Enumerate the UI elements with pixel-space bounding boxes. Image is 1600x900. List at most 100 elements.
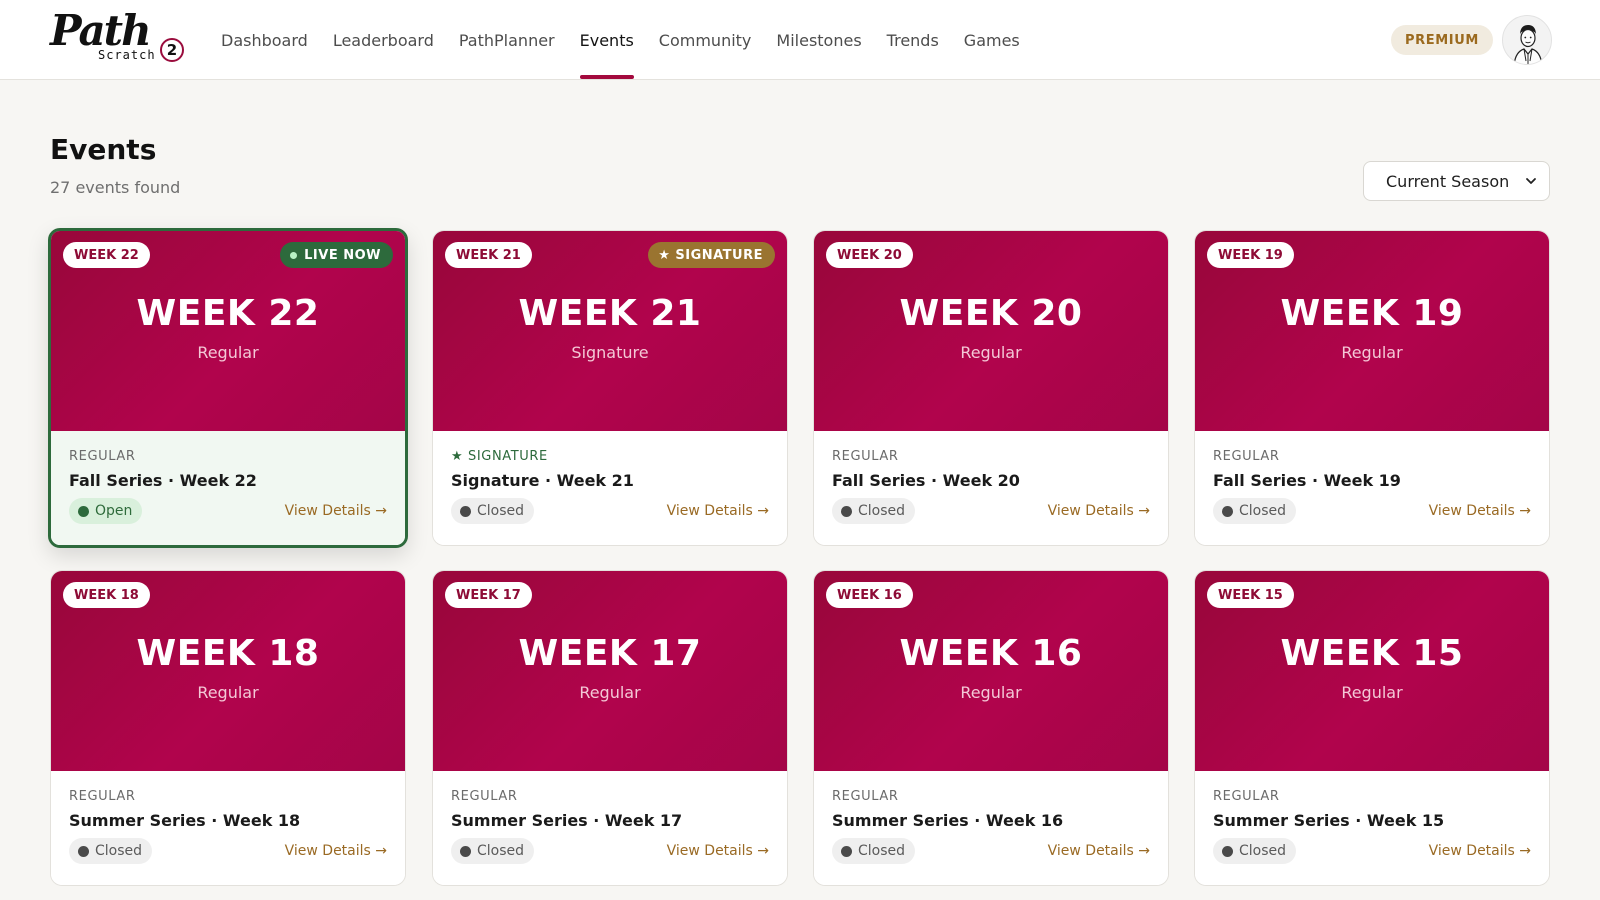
event-card-body: REGULAR Fall Series · Week 19 Closed Vie… [1195,431,1549,545]
view-details-link[interactable]: View Details → [285,843,387,859]
status-badge: Closed [832,498,916,524]
live-now-label: LIVE NOW [304,247,381,263]
star-icon: ★ [658,247,671,263]
status-dot-icon [841,505,852,517]
status-badge: Open [69,498,143,524]
status-dot-icon [1222,845,1233,857]
banner-event-type: Regular [197,683,259,702]
event-card-body: REGULAR Summer Series · Week 18 Closed V… [51,771,405,885]
page-title: Events [50,133,157,166]
nav-community[interactable]: Community [659,0,752,80]
event-banner: WEEK 20 WEEK 20 Regular [814,231,1168,431]
premium-badge[interactable]: PREMIUM [1391,25,1493,55]
event-type-label: REGULAR [69,789,136,804]
view-details-link[interactable]: View Details → [285,503,387,519]
nav-milestones[interactable]: Milestones [776,0,861,80]
week-pill: WEEK 21 [445,242,532,268]
event-card[interactable]: WEEK 16 WEEK 16 Regular REGULAR Summer S… [813,570,1169,886]
event-title: Summer Series · Week 16 [832,811,1064,830]
main-nav: Dashboard Leaderboard PathPlanner Events… [221,0,1045,80]
event-banner: WEEK 22 LIVE NOW WEEK 22 Regular [51,231,405,431]
banner-week-title: WEEK 21 [518,293,702,334]
event-banner: WEEK 19 WEEK 19 Regular [1195,231,1549,431]
status-label: Closed [477,503,525,519]
view-details-link[interactable]: View Details → [1429,503,1531,519]
chevron-down-icon [1526,178,1536,184]
event-title: Summer Series · Week 17 [451,811,683,830]
status-badge: Closed [451,498,535,524]
banner-week-title: WEEK 20 [899,293,1083,334]
banner-event-type: Regular [1341,343,1403,362]
events-count: 27 events found [50,178,181,197]
star-icon: ★ [451,449,468,464]
season-select[interactable]: Current Season [1363,161,1550,201]
status-label: Closed [477,843,525,859]
banner-event-type: Regular [197,343,259,362]
event-card-body: REGULAR Fall Series · Week 20 Closed Vie… [814,431,1168,545]
week-pill: WEEK 17 [445,582,532,608]
event-type-label: REGULAR [451,789,518,804]
event-card[interactable]: WEEK 20 WEEK 20 Regular REGULAR Fall Ser… [813,230,1169,546]
event-card-body: ★ SIGNATURE Signature · Week 21 Closed V… [433,431,787,545]
status-dot-icon [78,505,89,517]
status-label: Closed [858,503,906,519]
view-details-link[interactable]: View Details → [1048,843,1150,859]
status-badge: Closed [69,838,153,864]
event-title: Summer Series · Week 18 [69,811,301,830]
top-navigation-bar: Path Scratch 2 Dashboard Leaderboard Pat… [0,0,1600,80]
event-type-label: REGULAR [832,449,899,464]
event-card[interactable]: WEEK 21 ★ SIGNATURE WEEK 21 Signature ★ … [432,230,788,546]
week-pill: WEEK 20 [826,242,913,268]
view-details-link[interactable]: View Details → [1048,503,1150,519]
banner-event-type: Regular [579,683,641,702]
status-badge: Closed [451,838,535,864]
event-card[interactable]: WEEK 15 WEEK 15 Regular REGULAR Summer S… [1194,570,1550,886]
user-avatar[interactable] [1502,15,1552,65]
event-banner: WEEK 18 WEEK 18 Regular [51,571,405,771]
status-label: Closed [1239,503,1287,519]
status-badge: Closed [832,838,916,864]
nav-pathplanner[interactable]: PathPlanner [459,0,555,80]
week-pill: WEEK 19 [1207,242,1294,268]
view-details-link[interactable]: View Details → [1429,843,1531,859]
status-label: Closed [858,843,906,859]
status-dot-icon [460,505,471,517]
week-pill: WEEK 18 [63,582,150,608]
nav-leaderboard[interactable]: Leaderboard [333,0,434,80]
status-label: Closed [1239,843,1287,859]
banner-week-title: WEEK 15 [1280,633,1464,674]
event-card[interactable]: WEEK 22 LIVE NOW WEEK 22 Regular REGULAR… [48,228,408,548]
logo-sub-text: Scratch [98,48,156,62]
event-card[interactable]: WEEK 17 WEEK 17 Regular REGULAR Summer S… [432,570,788,886]
banner-week-title: WEEK 19 [1280,293,1464,334]
event-card[interactable]: WEEK 18 WEEK 18 Regular REGULAR Summer S… [50,570,406,886]
events-grid: WEEK 22 LIVE NOW WEEK 22 Regular REGULAR… [48,228,1550,900]
view-details-link[interactable]: View Details → [667,503,769,519]
status-dot-icon [460,845,471,857]
event-card-body: REGULAR Summer Series · Week 16 Closed V… [814,771,1168,885]
event-card-body: REGULAR Fall Series · Week 22 Open View … [51,431,405,545]
banner-event-type: Regular [1341,683,1403,702]
logo-badge-icon: 2 [160,38,184,62]
path-to-scratch-logo[interactable]: Path Scratch 2 [50,6,188,64]
status-dot-icon [78,845,89,857]
nav-events[interactable]: Events [579,0,634,80]
banner-week-title: WEEK 18 [136,633,320,674]
nav-games[interactable]: Games [964,0,1020,80]
event-type-label: REGULAR [1213,789,1280,804]
nav-dashboard[interactable]: Dashboard [221,0,308,80]
signature-badge: ★ SIGNATURE [648,242,775,268]
nav-trends[interactable]: Trends [887,0,939,80]
event-banner: WEEK 17 WEEK 17 Regular [433,571,787,771]
banner-event-type: Regular [960,343,1022,362]
event-type-label: REGULAR [832,789,899,804]
signature-badge-label: SIGNATURE [675,247,763,263]
banner-week-title: WEEK 17 [518,633,702,674]
status-label: Open [95,503,133,519]
status-dot-icon [841,845,852,857]
event-type-text: SIGNATURE [468,449,548,464]
live-now-badge: LIVE NOW [280,242,393,268]
event-card[interactable]: WEEK 19 WEEK 19 Regular REGULAR Fall Ser… [1194,230,1550,546]
event-card-body: REGULAR Summer Series · Week 17 Closed V… [433,771,787,885]
view-details-link[interactable]: View Details → [667,843,769,859]
